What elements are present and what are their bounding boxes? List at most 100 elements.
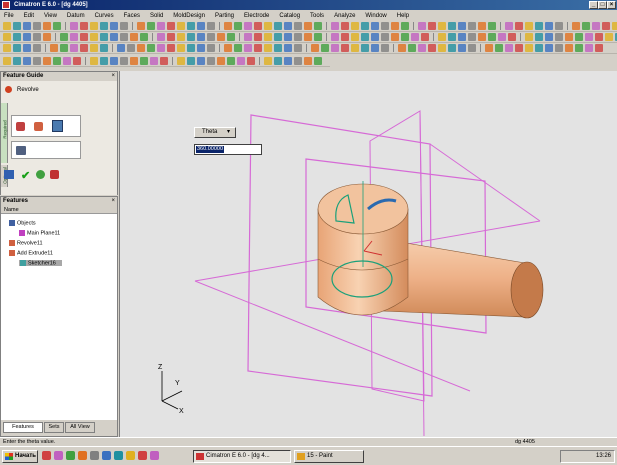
toolbar-tool-icon[interactable] xyxy=(177,22,185,30)
toolbar-tool-icon[interactable] xyxy=(428,44,436,52)
menu-tools[interactable]: Tools xyxy=(310,13,324,19)
toolbar-tool-icon[interactable] xyxy=(595,44,603,52)
toolbar-tool-icon[interactable] xyxy=(331,22,339,30)
toolbar-tool-icon[interactable] xyxy=(505,22,513,30)
toolbar-tool-icon[interactable] xyxy=(428,22,436,30)
toolbar-tool-icon[interactable] xyxy=(33,57,41,65)
toolbar-tool-icon[interactable] xyxy=(140,33,148,41)
toolbar-tool-icon[interactable] xyxy=(120,33,128,41)
toolbar-tool-icon[interactable] xyxy=(3,33,11,41)
toolbar-tool-icon[interactable] xyxy=(80,44,88,52)
toolbar-tool-icon[interactable] xyxy=(555,44,563,52)
toolbar-tool-icon[interactable] xyxy=(53,57,61,65)
toolbar-tool-icon[interactable] xyxy=(595,33,603,41)
toolbar-tool-icon[interactable] xyxy=(13,57,21,65)
toolbar-tool-icon[interactable] xyxy=(110,33,118,41)
angle-icon[interactable] xyxy=(52,120,63,132)
toolbar-tool-icon[interactable] xyxy=(90,44,98,52)
toolbar-tool-icon[interactable] xyxy=(207,22,215,30)
toolbar-tool-icon[interactable] xyxy=(137,22,145,30)
toolbar-tool-icon[interactable] xyxy=(488,33,496,41)
tree-item[interactable]: Revolve11 xyxy=(9,240,43,246)
toolbar-tool-icon[interactable] xyxy=(321,44,329,52)
menu-view[interactable]: View xyxy=(44,13,57,19)
quick-launch-icon[interactable] xyxy=(66,451,75,460)
toolbar-tool-icon[interactable] xyxy=(421,33,429,41)
toolbar-tool-icon[interactable] xyxy=(565,33,573,41)
toolbar-tool-icon[interactable] xyxy=(70,33,78,41)
toolbar-tool-icon[interactable] xyxy=(120,57,128,65)
quick-launch-icon[interactable] xyxy=(78,451,87,460)
toolbar-tool-icon[interactable] xyxy=(371,44,379,52)
toolbar-tool-icon[interactable] xyxy=(314,33,322,41)
toolbar-tool-icon[interactable] xyxy=(177,33,185,41)
toolbar-tool-icon[interactable] xyxy=(284,33,292,41)
toolbar-tool-icon[interactable] xyxy=(23,44,31,52)
menu-parting[interactable]: Parting xyxy=(215,13,234,19)
toolbar-tool-icon[interactable] xyxy=(207,33,215,41)
toolbar-tool-icon[interactable] xyxy=(592,22,600,30)
toolbar-tool-icon[interactable] xyxy=(381,44,389,52)
toolbar-tool-icon[interactable] xyxy=(304,22,312,30)
toolbar-tool-icon[interactable] xyxy=(508,33,516,41)
toolbar-tool-icon[interactable] xyxy=(515,44,523,52)
feature-guide-close-icon[interactable]: × xyxy=(111,72,115,81)
toolbar-tool-icon[interactable] xyxy=(294,44,302,52)
tree-item[interactable]: Main Plane11 xyxy=(19,230,60,236)
toolbar-tool-icon[interactable] xyxy=(488,22,496,30)
menu-edit[interactable]: Edit xyxy=(24,13,34,19)
toolbar-tool-icon[interactable] xyxy=(264,44,272,52)
toolbar-tool-icon[interactable] xyxy=(43,57,51,65)
toolbar-tool-icon[interactable] xyxy=(351,44,359,52)
toolbar-tool-icon[interactable] xyxy=(284,44,292,52)
toolbar-tool-icon[interactable] xyxy=(468,44,476,52)
toolbar-tool-icon[interactable] xyxy=(157,44,165,52)
toolbar-tool-icon[interactable] xyxy=(311,44,319,52)
toolbar-tool-icon[interactable] xyxy=(167,44,175,52)
toolbar-tool-icon[interactable] xyxy=(585,44,593,52)
toolbar-tool-icon[interactable] xyxy=(197,57,205,65)
toolbar-tool-icon[interactable] xyxy=(157,22,165,30)
toolbar-tool-icon[interactable] xyxy=(371,33,379,41)
toolbar-tool-icon[interactable] xyxy=(264,22,272,30)
toolbar-tool-icon[interactable] xyxy=(244,22,252,30)
menu-faces[interactable]: Faces xyxy=(124,13,140,19)
toolbar-tool-icon[interactable] xyxy=(234,44,242,52)
toolbar-tool-icon[interactable] xyxy=(60,33,68,41)
direction-icon[interactable] xyxy=(16,146,26,155)
toolbar-tool-icon[interactable] xyxy=(545,33,553,41)
menu-curves[interactable]: Curves xyxy=(95,13,114,19)
tree-item[interactable]: Sketcher16 xyxy=(19,260,62,267)
toolbar-tool-icon[interactable] xyxy=(73,57,81,65)
toolbar-tool-icon[interactable] xyxy=(535,22,543,30)
menu-solid[interactable]: Solid xyxy=(150,13,163,19)
toolbar-tool-icon[interactable] xyxy=(90,57,98,65)
toolbar-tool-icon[interactable] xyxy=(147,22,155,30)
toolbar-tool-icon[interactable] xyxy=(418,44,426,52)
tab-required[interactable]: Required xyxy=(1,103,8,163)
toolbar-tool-icon[interactable] xyxy=(294,33,302,41)
toolbar-tool-icon[interactable] xyxy=(555,33,563,41)
toolbar-tool-icon[interactable] xyxy=(217,33,225,41)
toolbar-tool-icon[interactable] xyxy=(13,22,21,30)
toolbar-tool-icon[interactable] xyxy=(572,22,580,30)
toolbar-tool-icon[interactable] xyxy=(197,22,205,30)
toolbar-tool-icon[interactable] xyxy=(50,44,58,52)
toolbar-tool-icon[interactable] xyxy=(274,57,282,65)
task-paint[interactable]: 15 - Paint xyxy=(294,450,364,463)
toolbar-tool-icon[interactable] xyxy=(294,57,302,65)
toolbar-tool-icon[interactable] xyxy=(458,44,466,52)
toolbar-tool-icon[interactable] xyxy=(110,57,118,65)
apply-icon[interactable] xyxy=(36,170,45,179)
toolbar-tool-icon[interactable] xyxy=(90,33,98,41)
toolbar-tool-icon[interactable] xyxy=(448,22,456,30)
toolbar-tool-icon[interactable] xyxy=(495,44,503,52)
toolbar-tool-icon[interactable] xyxy=(535,44,543,52)
toolbar-tool-icon[interactable] xyxy=(3,44,11,52)
toolbar-tool-icon[interactable] xyxy=(23,33,31,41)
toolbar-tool-icon[interactable] xyxy=(314,57,322,65)
toolbar-tool-icon[interactable] xyxy=(53,22,61,30)
toolbar-tool-icon[interactable] xyxy=(304,33,312,41)
toolbar-tool-icon[interactable] xyxy=(224,22,232,30)
toolbar-tool-icon[interactable] xyxy=(187,22,195,30)
